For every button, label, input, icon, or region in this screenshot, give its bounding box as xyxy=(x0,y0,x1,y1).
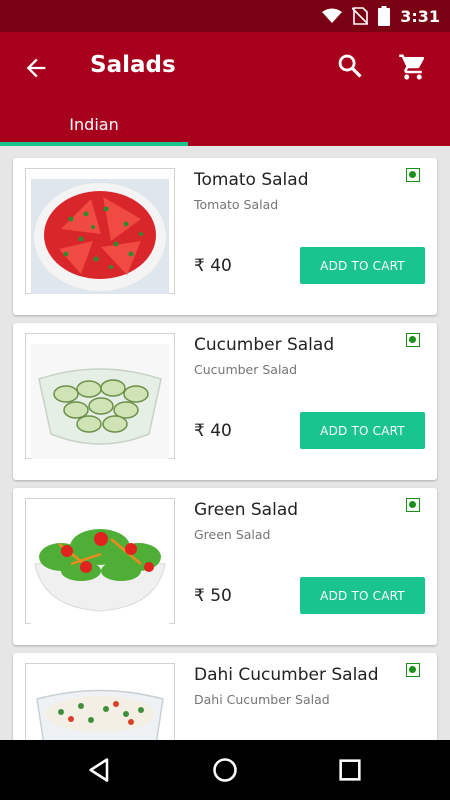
battery-icon xyxy=(378,6,391,26)
veg-indicator-icon xyxy=(406,663,420,677)
wifi-icon xyxy=(322,8,343,23)
product-image xyxy=(25,168,175,294)
product-name: Cucumber Salad xyxy=(194,335,335,355)
product-image xyxy=(25,333,175,459)
product-image xyxy=(25,663,175,740)
product-subtitle: Tomato Salad xyxy=(194,197,279,212)
status-icons: 3:31 xyxy=(322,0,440,32)
tab-indian[interactable]: Indian xyxy=(0,102,188,146)
status-bar: 3:31 xyxy=(0,0,450,32)
add-to-cart-button[interactable]: ADD TO CART xyxy=(300,412,425,449)
veg-indicator-icon xyxy=(406,333,420,347)
app-bar: Salads xyxy=(0,32,450,102)
tab-label: Indian xyxy=(69,114,119,134)
product-card[interactable]: Tomato Salad Tomato Salad ₹ 40 ADD TO CA… xyxy=(13,158,437,315)
page-title: Salads xyxy=(90,52,176,78)
product-card[interactable]: Green Salad Green Salad ₹ 50 ADD TO CART xyxy=(13,488,437,645)
veg-indicator-icon xyxy=(406,498,420,512)
product-price: ₹ 50 xyxy=(194,586,232,606)
recents-square-icon[interactable] xyxy=(336,756,364,784)
system-nav-bar xyxy=(0,740,450,800)
veg-indicator-icon xyxy=(406,168,420,182)
search-icon[interactable] xyxy=(336,52,364,80)
product-list[interactable]: Tomato Salad Tomato Salad ₹ 40 ADD TO CA… xyxy=(0,146,450,740)
back-arrow-icon[interactable] xyxy=(22,54,50,82)
product-price: ₹ 40 xyxy=(194,256,232,276)
product-subtitle: Green Salad xyxy=(194,527,271,542)
product-subtitle: Cucumber Salad xyxy=(194,362,298,377)
product-card[interactable]: Dahi Cucumber Salad Dahi Cucumber Salad xyxy=(13,653,437,740)
product-image xyxy=(25,498,175,624)
no-sim-icon xyxy=(352,7,369,25)
product-price: ₹ 40 xyxy=(194,421,232,441)
tab-bar: Indian xyxy=(0,102,450,146)
status-time: 3:31 xyxy=(400,6,440,26)
product-name: Tomato Salad xyxy=(194,170,309,190)
home-circle-icon[interactable] xyxy=(211,756,239,784)
product-subtitle: Dahi Cucumber Salad xyxy=(194,692,330,707)
add-to-cart-button[interactable]: ADD TO CART xyxy=(300,577,425,614)
add-to-cart-button[interactable]: ADD TO CART xyxy=(300,247,425,284)
product-name: Dahi Cucumber Salad xyxy=(194,665,379,685)
cart-icon[interactable] xyxy=(398,52,428,82)
product-name: Green Salad xyxy=(194,500,299,520)
product-card[interactable]: Cucumber Salad Cucumber Salad ₹ 40 ADD T… xyxy=(13,323,437,480)
back-triangle-icon[interactable] xyxy=(86,756,114,784)
